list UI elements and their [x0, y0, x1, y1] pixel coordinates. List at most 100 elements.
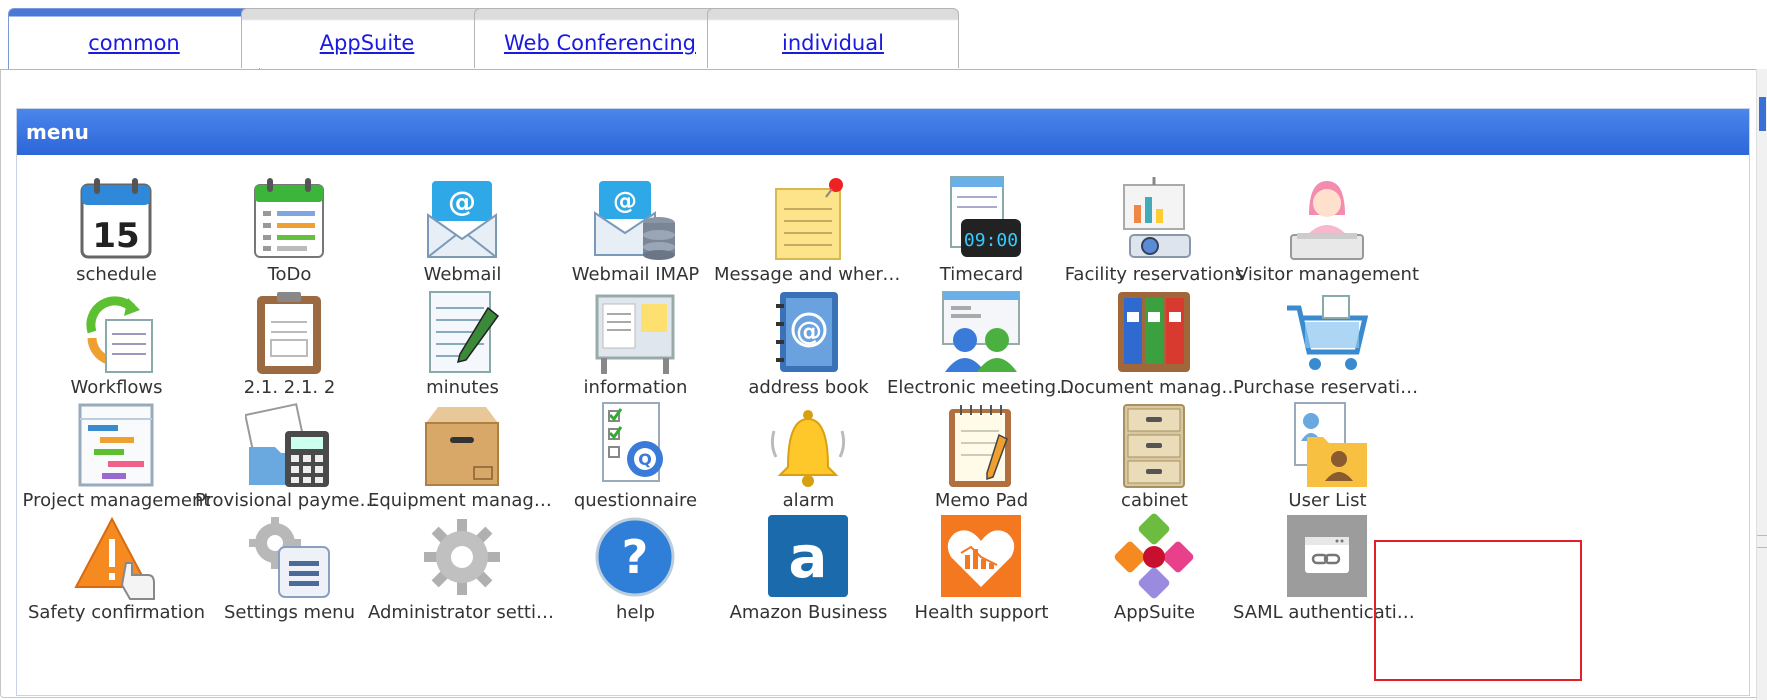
svg-text:@: @: [796, 317, 822, 347]
warning-hand-icon: [74, 516, 155, 600]
menu-item-label: Webmail IMAP: [571, 264, 700, 285]
menu-item-electronic-meeting[interactable]: Electronic meeting r…: [885, 288, 1078, 410]
meeting-icon: [942, 291, 1020, 372]
vertical-scrollbar[interactable]: [1756, 69, 1767, 700]
clipboard-icon: [257, 292, 321, 374]
menu-item-label: help: [616, 602, 655, 623]
menu-item-label: Timecard: [939, 264, 1024, 285]
shopping-cart-icon: [1287, 295, 1369, 370]
scrollbar-tick: [1757, 547, 1767, 548]
menu-portlet: menu 15 schedule ToDo @ Webmail @ Webmai…: [16, 108, 1750, 696]
tab-appsuite[interactable]: AppSuite: [241, 8, 493, 68]
menu-item-memo-pad[interactable]: Memo Pad: [885, 401, 1078, 523]
todo-icon: [254, 178, 324, 258]
heart-chart-icon: [941, 515, 1021, 597]
gantt-chart-icon: [78, 403, 154, 487]
settings-list-icon: [249, 517, 330, 598]
menu-item-webmail[interactable]: @ Webmail: [366, 175, 559, 297]
menu-item-equipment-management[interactable]: Equipment manage…: [366, 401, 559, 523]
projector-icon: [1123, 177, 1191, 258]
menu-item-minutes[interactable]: minutes: [366, 288, 559, 410]
menu-item-amazon-business[interactable]: a Amazon Business: [712, 513, 905, 635]
menu-item-provisional-payment[interactable]: Provisional paymen…: [193, 401, 386, 523]
tab-appsuite-link[interactable]: AppSuite: [242, 31, 492, 55]
menu-item-health-support[interactable]: Health support: [885, 513, 1078, 635]
scrollbar-tick: [1757, 535, 1767, 536]
menu-item-label: questionnaire: [573, 490, 698, 511]
sticky-note-icon: [775, 178, 843, 260]
menu-item-visitor[interactable]: Visitor management: [1231, 175, 1424, 297]
amazon-icon: a: [768, 515, 848, 597]
tab-web-conferencing-link[interactable]: Web Conferencing: [475, 31, 725, 55]
menu-item-appsuite[interactable]: AppSuite: [1058, 513, 1251, 635]
gear-icon: [424, 519, 500, 595]
bulletin-board-icon: [595, 294, 675, 374]
menu-item-report[interactable]: 2.1. 2.1. 2: [193, 288, 386, 410]
menu-item-label: schedule: [76, 264, 157, 285]
menu-item-todo[interactable]: ToDo: [193, 175, 386, 297]
tab-web-conferencing[interactable]: Web Conferencing: [474, 8, 726, 68]
calculator-icon: [245, 403, 329, 487]
menu-item-project-management[interactable]: Project management: [20, 401, 213, 523]
menu-item-help[interactable]: ? help: [539, 513, 732, 635]
menu-item-address-book[interactable]: @ address book: [712, 288, 905, 410]
svg-text:a: a: [788, 523, 827, 591]
menu-item-settings-menu[interactable]: Settings menu: [193, 513, 386, 635]
menu-item-label: Visitor management: [1235, 264, 1420, 285]
saml-link-icon: [1287, 515, 1367, 597]
menu-item-label: Purchase reservations: [1233, 377, 1424, 398]
scrollbar-thumb[interactable]: [1759, 97, 1766, 131]
svg-text:15: 15: [92, 216, 139, 256]
notepad-pen-icon: [429, 291, 500, 373]
svg-text:@: @: [613, 187, 637, 215]
menu-item-timecard[interactable]: 09:00 Timecard: [885, 175, 1078, 297]
appsuite-icon: [1114, 513, 1194, 599]
tab-common[interactable]: common: [8, 8, 260, 70]
menu-item-message[interactable]: Message and where…: [712, 175, 905, 297]
cardboard-box-icon: [425, 407, 499, 486]
tab-individual[interactable]: individual: [707, 8, 959, 68]
bell-icon: [770, 410, 846, 487]
menu-item-label: User List: [1288, 490, 1367, 511]
workflow-icon: [86, 296, 153, 373]
tab-common-link[interactable]: common: [9, 31, 259, 55]
menu-item-label: Electronic meeting r…: [887, 377, 1078, 398]
menu-item-label: ToDo: [267, 264, 312, 285]
menu-item-label: Document manage…: [1060, 377, 1251, 398]
menu-item-administrator-settings[interactable]: Administrator settings: [366, 513, 559, 635]
menu-item-label: Administrator settings: [368, 602, 559, 623]
menu-item-information[interactable]: information: [539, 288, 732, 410]
menu-item-label: Workflows: [70, 377, 163, 398]
menu-item-workflows[interactable]: Workflows: [20, 288, 213, 410]
menu-item-purchase[interactable]: Purchase reservations: [1231, 288, 1424, 410]
menu-item-label: Project management: [22, 490, 211, 511]
menu-item-label: alarm: [782, 490, 835, 511]
menu-item-alarm[interactable]: alarm: [712, 401, 905, 523]
menu-item-facility[interactable]: Facility reservations: [1058, 175, 1251, 297]
menu-item-label: Webmail: [423, 264, 502, 285]
svg-text:@: @: [448, 185, 476, 218]
menu-item-label: Provisional paymen…: [195, 490, 386, 511]
webmail-imap-icon: @: [594, 181, 675, 260]
highlight-box: [1374, 540, 1582, 681]
menu-item-webmail-imap[interactable]: @ Webmail IMAP: [539, 175, 732, 297]
menu-item-user-list[interactable]: User List: [1231, 401, 1424, 523]
menu-item-document-management[interactable]: Document manage…: [1058, 288, 1251, 410]
menu-item-label: Safety confirmation: [27, 602, 206, 623]
menu-header: menu: [17, 109, 1749, 155]
menu-item-schedule[interactable]: 15 schedule: [20, 175, 213, 297]
menu-item-label: AppSuite: [1113, 602, 1196, 623]
memo-pad-icon: [949, 405, 1011, 487]
calendar-icon: 15: [80, 178, 152, 259]
receptionist-icon: [1290, 181, 1364, 260]
menu-item-label: information: [583, 377, 688, 398]
filing-cabinet-icon: [1123, 404, 1185, 488]
menu-item-questionnaire[interactable]: Q questionnaire: [539, 401, 732, 523]
menu-item-safety-confirmation[interactable]: Safety confirmation: [20, 513, 213, 635]
menu-item-label: minutes: [426, 377, 499, 398]
menu-item-label: address book: [748, 377, 869, 398]
address-book-icon: @: [776, 292, 838, 372]
tab-individual-link[interactable]: individual: [708, 31, 958, 55]
menu-item-cabinet[interactable]: cabinet: [1058, 401, 1251, 523]
menu-item-label: Facility reservations: [1064, 264, 1245, 285]
